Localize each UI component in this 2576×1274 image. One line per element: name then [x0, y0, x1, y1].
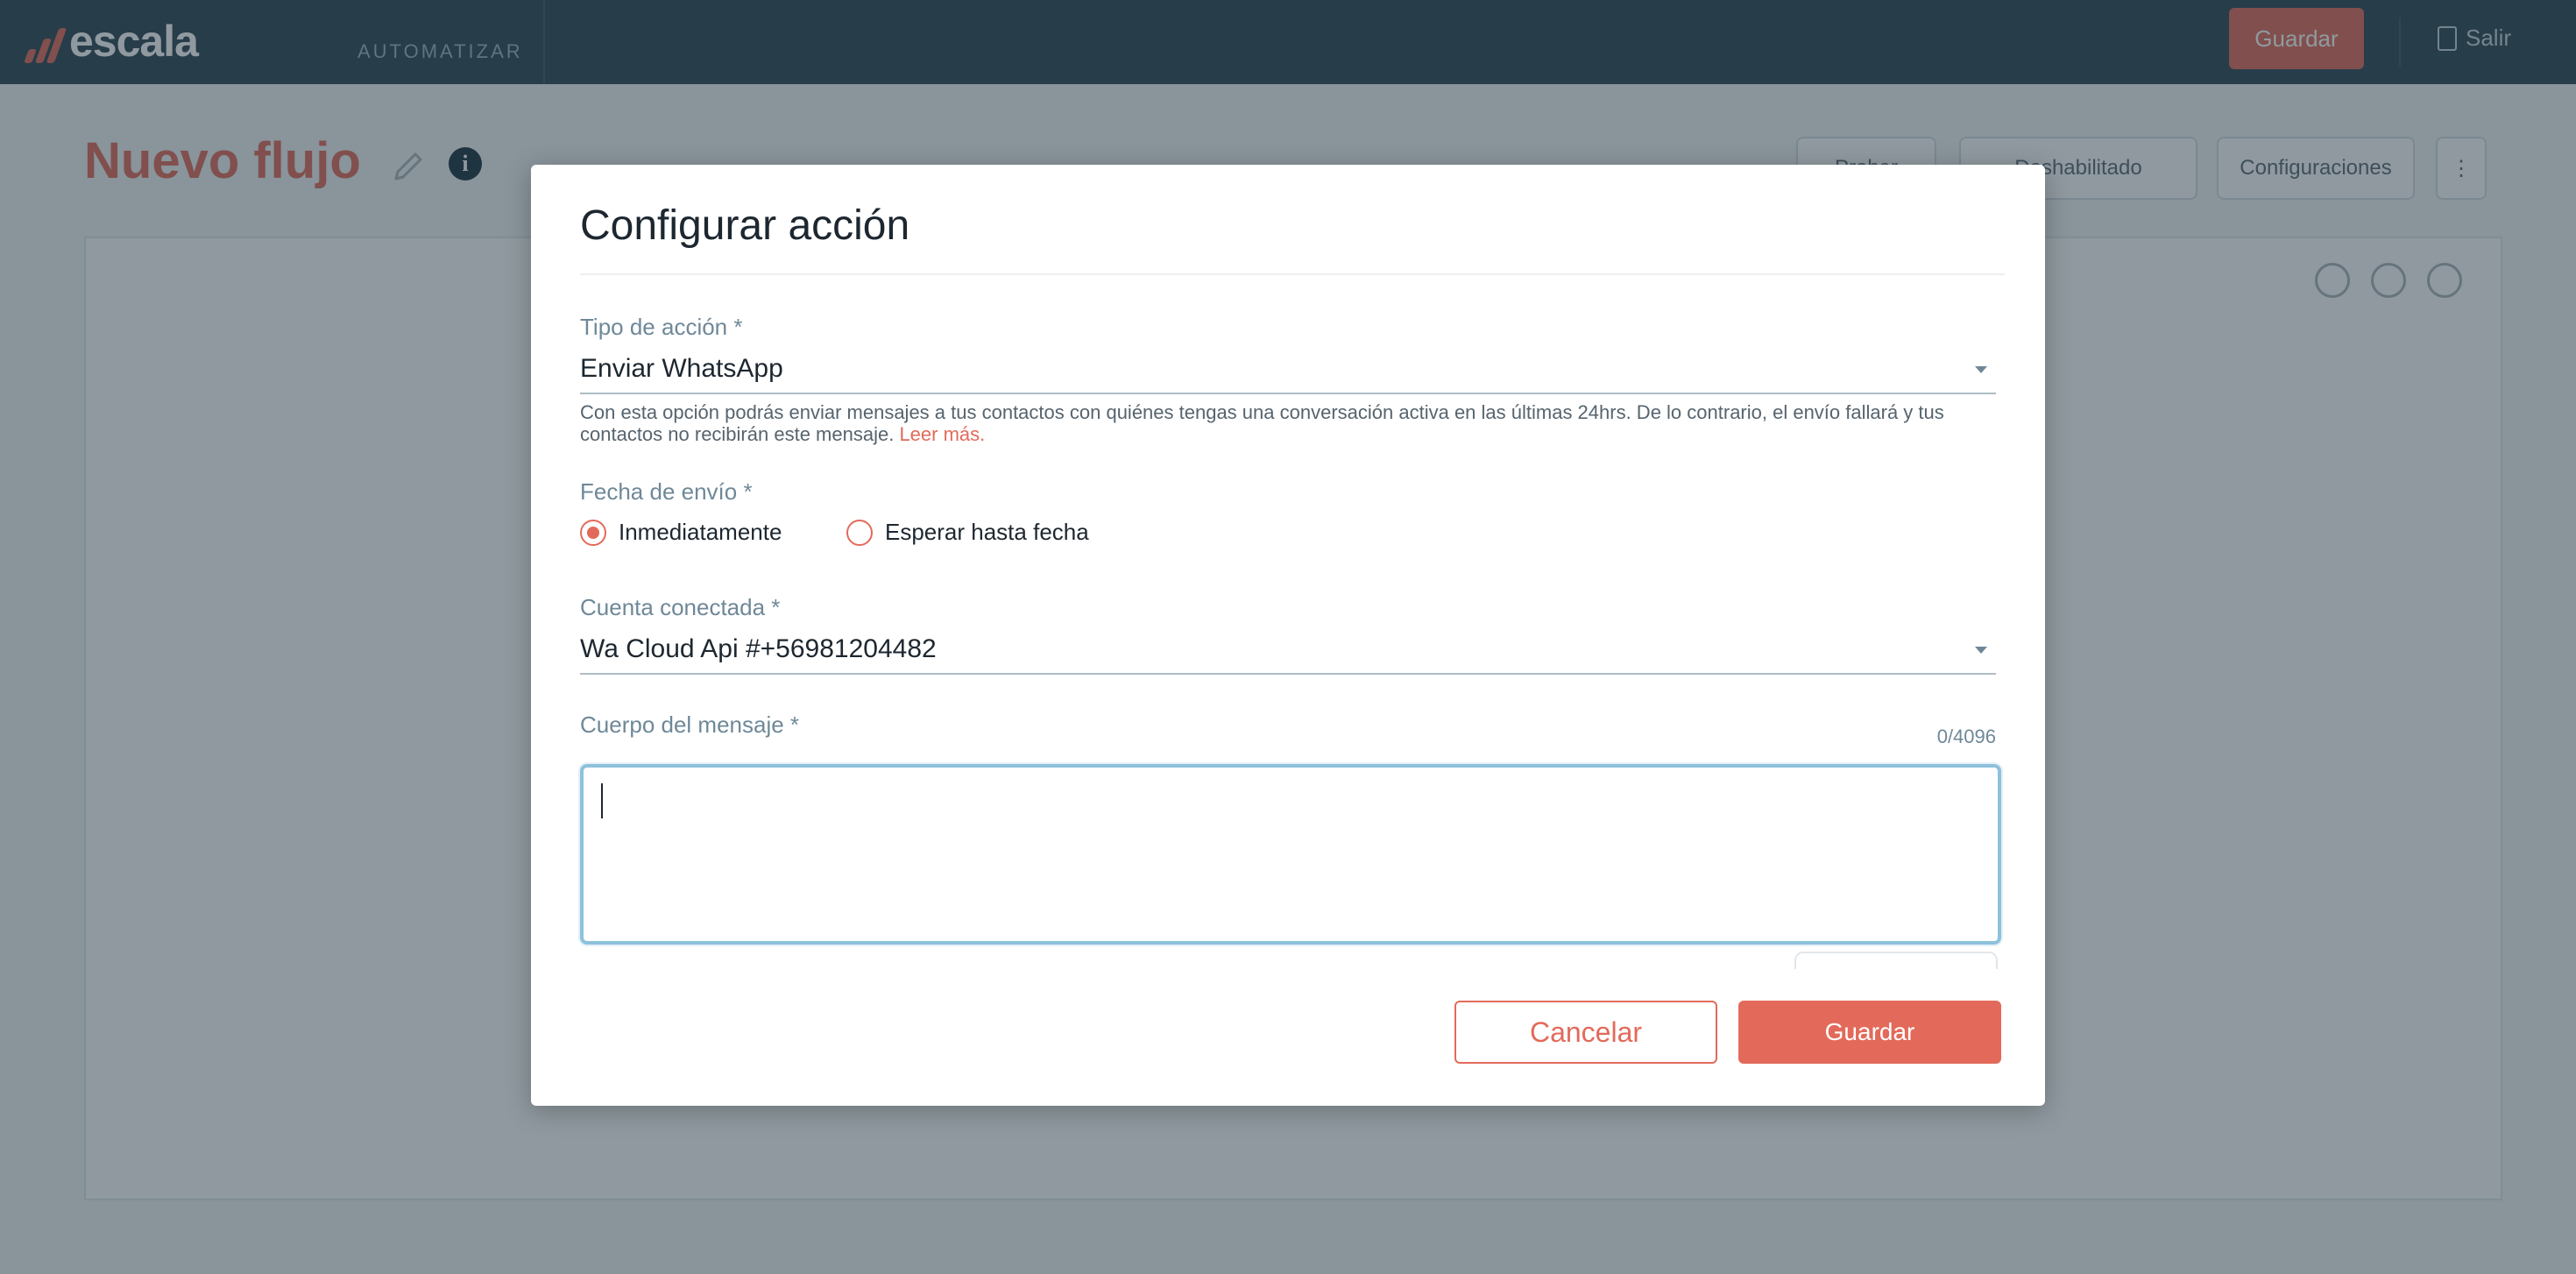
account-label: Cuenta conectada *	[580, 594, 781, 620]
text-cursor	[601, 783, 603, 818]
save-button[interactable]: Guardar	[1738, 1001, 2001, 1064]
radio-button[interactable]	[846, 519, 873, 546]
radio-label: Inmediatamente	[619, 519, 782, 545]
chevron-down-icon	[1975, 647, 1987, 654]
message-body-label: Cuerpo del mensaje *	[580, 711, 800, 738]
send-date-label: Fecha de envío *	[580, 478, 753, 505]
account-value: Wa Cloud Api #+56981204482	[580, 634, 937, 663]
radio-button-checked[interactable]	[580, 519, 606, 546]
modal-divider	[580, 273, 2005, 275]
cancel-button[interactable]: Cancelar	[1454, 1001, 1717, 1064]
radio-label: Esperar hasta fecha	[885, 519, 1089, 545]
radio-wait-until-date[interactable]: Esperar hasta fecha	[846, 519, 1089, 546]
read-more-link[interactable]: Leer más.	[899, 423, 985, 445]
action-type-label: Tipo de acción *	[580, 314, 743, 340]
action-type-help: Con esta opción podrás enviar mensajes a…	[580, 401, 2017, 445]
partially-hidden-button[interactable]	[1794, 952, 1998, 969]
action-type-value: Enviar WhatsApp	[580, 354, 783, 383]
modal-title: Configurar acción	[580, 202, 910, 249]
message-body-input[interactable]	[580, 764, 2001, 945]
radio-immediately[interactable]: Inmediatamente	[580, 519, 782, 546]
action-type-select[interactable]: Enviar WhatsApp	[580, 349, 1996, 394]
account-select[interactable]: Wa Cloud Api #+56981204482	[580, 629, 1996, 675]
configure-action-modal: Configurar acción Tipo de acción * Envia…	[531, 165, 2045, 1106]
character-counter: 0/4096	[1936, 725, 1996, 747]
help-text: Con esta opción podrás enviar mensajes a…	[580, 401, 1944, 445]
chevron-down-icon	[1975, 366, 1987, 373]
